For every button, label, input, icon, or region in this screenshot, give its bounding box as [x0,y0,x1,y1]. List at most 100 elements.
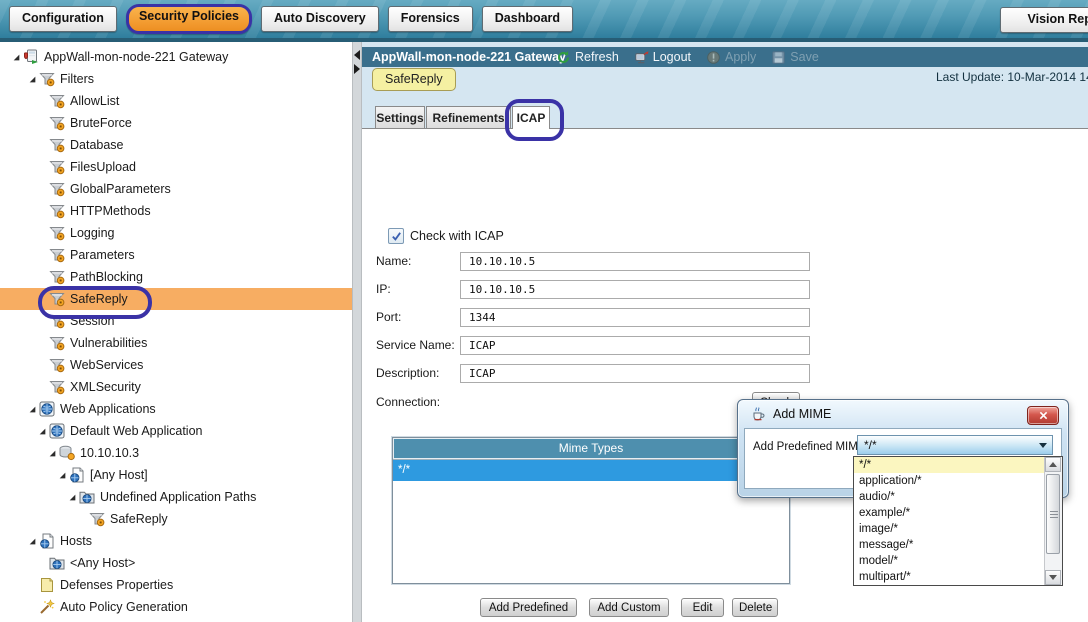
funnel-icon [49,181,65,197]
tree-spacer [36,205,49,218]
tree-item-label: GlobalParameters [70,182,171,196]
tree-item-database[interactable]: Database [0,134,352,156]
nav-forensics[interactable]: Forensics [388,6,473,32]
nav-vision-report[interactable]: Vision Report [1000,7,1088,33]
tree-expand-icon[interactable] [46,447,59,460]
wand-icon [39,599,55,615]
tree-item--any-host-[interactable]: [Any Host] [0,464,352,486]
scroll-down-button[interactable] [1045,570,1061,585]
tree-item-filters[interactable]: Filters [0,68,352,90]
combobox-value: */* [864,438,877,452]
funnel-icon [49,269,65,285]
dropdown-option-multipart-[interactable]: multipart/* [854,569,1051,585]
nav-auto-discovery[interactable]: Auto Discovery [261,6,379,32]
tree-item-auto-policy-generation[interactable]: Auto Policy Generation [0,596,352,618]
tree-item-bruteforce[interactable]: BruteForce [0,112,352,134]
safereply-tab-badge[interactable]: SafeReply [372,68,456,91]
tree-item-10-10-10-3[interactable]: 10.10.10.3 [0,442,352,464]
add-predefined-button[interactable]: Add Predefined [480,598,577,617]
tree-item-label: Session [70,314,114,328]
dropdown-option-example-[interactable]: example/* [854,505,1051,521]
tree-item-safereply[interactable]: SafeReply [0,288,352,310]
tab-settings[interactable]: Settings [375,106,425,128]
tree-item-label: <Any Host> [70,556,135,570]
collapse-left-icon[interactable] [354,50,360,60]
field-label-name: Name: [376,254,411,268]
add-custom-button[interactable]: Add Custom [589,598,669,617]
funnel-icon [49,225,65,241]
tree-item-xmlsecurity[interactable]: XMLSecurity [0,376,352,398]
sidebar-splitter[interactable] [352,42,362,622]
header-actions: RefreshLogoutApplySave [556,47,819,67]
tree-item-undefined-application-paths[interactable]: Undefined Application Paths [0,486,352,508]
tree-expand-icon[interactable] [10,51,23,64]
tree-item-hosts[interactable]: Hosts [0,530,352,552]
tree-item-default-web-application[interactable]: Default Web Application [0,420,352,442]
dropdown-option--[interactable]: */* [854,457,1051,473]
tree-item-defenses-properties[interactable]: Defenses Properties [0,574,352,596]
tree-item-httpmethods[interactable]: HTTPMethods [0,200,352,222]
tree-item-label: BruteForce [70,116,132,130]
nav-configuration[interactable]: Configuration [9,6,117,32]
tab-icap[interactable]: ICAP [512,106,550,129]
tree-item-pathblocking[interactable]: PathBlocking [0,266,352,288]
apply-button: Apply [706,50,756,65]
tree-item-webservices[interactable]: WebServices [0,354,352,376]
refresh-button[interactable]: Refresh [556,50,619,65]
tree-item-safereply[interactable]: SafeReply [0,508,352,530]
tree-expand-icon[interactable] [26,535,39,548]
edit-button[interactable]: Edit [681,598,724,617]
predefined-mime-combobox[interactable]: */* [857,435,1053,455]
tree-item-logging[interactable]: Logging [0,222,352,244]
refresh-icon [556,50,571,65]
dialog-close-button[interactable] [1027,406,1059,425]
dropdown-option-application-[interactable]: application/* [854,473,1051,489]
scroll-up-button[interactable] [1045,457,1061,472]
field-input-port[interactable] [460,308,810,327]
tree-expand-icon[interactable] [56,469,69,482]
funnel-icon [49,313,65,329]
tree-item-appwall-mon-node-221-gateway[interactable]: AppWall-mon-node-221 Gateway [0,46,352,68]
tree-item-vulnerabilities[interactable]: Vulnerabilities [0,332,352,354]
triangle-down-icon [1049,575,1057,580]
tree-item-session[interactable]: Session [0,310,352,332]
tree-spacer [36,117,49,130]
field-input-ip[interactable] [460,280,810,299]
tree-item-label: [Any Host] [90,468,148,482]
tree-expand-icon[interactable] [26,73,39,86]
tree-item--any-host-[interactable]: <Any Host> [0,552,352,574]
funnel-icon [49,335,65,351]
tree-expand-icon[interactable] [36,425,49,438]
tree-item-globalparameters[interactable]: GlobalParameters [0,178,352,200]
tree-expand-icon[interactable] [66,491,79,504]
field-label-port: Port: [376,310,401,324]
tree-item-parameters[interactable]: Parameters [0,244,352,266]
expand-right-icon[interactable] [354,64,360,74]
tree-item-filesupload[interactable]: FilesUpload [0,156,352,178]
mime-row[interactable]: */* [393,460,789,481]
tree-item-web-applications[interactable]: Web Applications [0,398,352,420]
tree-item-allowlist[interactable]: AllowList [0,90,352,112]
dropdown-option-model-[interactable]: model/* [854,553,1051,569]
tree-expand-icon[interactable] [26,403,39,416]
logout-button[interactable]: Logout [634,50,691,65]
field-input-name[interactable] [460,252,810,271]
field-input-description[interactable] [460,364,810,383]
checkmark-icon [391,231,402,242]
nav-security-policies[interactable]: Security Policies [126,4,252,34]
tab-refinements[interactable]: Refinements [426,106,511,128]
scrollbar-thumb[interactable] [1046,474,1060,554]
funnel-icon [49,137,65,153]
dropdown-option-audio-[interactable]: audio/* [854,489,1051,505]
field-input-servicename[interactable] [460,336,810,355]
dropdown-scrollbar[interactable] [1044,457,1062,585]
delete-button[interactable]: Delete [732,598,778,617]
check-with-icap-checkbox[interactable] [388,228,404,244]
mime-types-rows: */* [393,460,789,481]
dropdown-option-message-[interactable]: message/* [854,537,1051,553]
dropdown-option-image-[interactable]: image/* [854,521,1051,537]
chevron-down-icon [1039,443,1047,448]
nav-dashboard[interactable]: Dashboard [482,6,573,32]
appwall-window: Configuration Security Policies Auto Disco… [0,0,1088,622]
funnel-icon [49,115,65,131]
